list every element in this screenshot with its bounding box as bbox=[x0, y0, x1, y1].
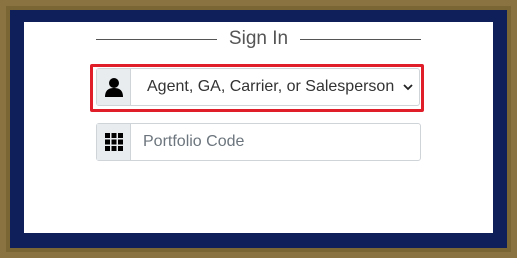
heading-divider-left bbox=[96, 38, 217, 40]
portfolio-code-input[interactable]: Portfolio Code bbox=[131, 124, 420, 160]
grid-icon bbox=[97, 124, 131, 160]
sign-in-panel: Sign In Agent, GA, Carrier, or Salespers… bbox=[24, 22, 493, 233]
heading-divider-right bbox=[300, 38, 421, 40]
chevron-down-icon bbox=[397, 69, 419, 105]
portfolio-code-field[interactable]: Portfolio Code bbox=[96, 123, 421, 161]
sign-in-heading: Sign In bbox=[96, 28, 421, 50]
user-icon bbox=[97, 69, 131, 105]
role-select-value: Agent, GA, Carrier, or Salesperson bbox=[147, 78, 395, 95]
role-select[interactable]: Agent, GA, Carrier, or Salesperson bbox=[96, 68, 420, 106]
decorative-frame: Sign In Agent, GA, Carrier, or Salespers… bbox=[0, 0, 517, 258]
page-title: Sign In bbox=[228, 28, 289, 49]
